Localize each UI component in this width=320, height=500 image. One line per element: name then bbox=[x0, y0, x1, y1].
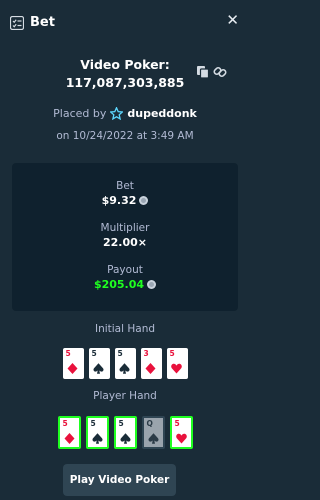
player-hand: 5 5 5 Q 5 bbox=[0, 416, 250, 449]
card-rank: 5 bbox=[91, 349, 97, 358]
card-rank: Q bbox=[146, 419, 153, 428]
multiplier-label: Multiplier bbox=[100, 222, 150, 234]
vip-star-icon bbox=[109, 106, 125, 121]
card-rank: 5 bbox=[118, 419, 124, 428]
spade-suit-icon bbox=[147, 429, 159, 444]
heart-suit-icon bbox=[170, 359, 182, 374]
spade-suit-icon bbox=[92, 359, 104, 374]
play-video-poker-button[interactable]: Play Video Poker bbox=[63, 464, 176, 496]
card-rank: 5 bbox=[174, 419, 180, 428]
bet-date: on 10/24/2022 at 3:49 AM bbox=[56, 130, 194, 142]
payout-amount: $205.04 bbox=[12, 278, 238, 291]
payout-value: $205.04 bbox=[93, 278, 145, 291]
share-actions bbox=[196, 64, 227, 79]
card-rank: 5 bbox=[169, 349, 175, 358]
playing-card: 5 bbox=[166, 348, 188, 379]
multiplier-text: 22.00× bbox=[102, 236, 147, 249]
playing-card: 5 bbox=[62, 348, 84, 379]
card-rank: 5 bbox=[65, 349, 71, 358]
spade-suit-icon bbox=[91, 429, 103, 444]
playing-card: 5 bbox=[88, 348, 110, 379]
placed-by-label: Placed by bbox=[53, 107, 107, 120]
close-icon[interactable]: ✕ bbox=[226, 13, 239, 28]
player-hand-label: Player Hand bbox=[93, 390, 157, 402]
bet-value: $9.32 bbox=[101, 194, 137, 207]
bet-label: Bet bbox=[116, 180, 134, 192]
multiplier-value: 22.00× bbox=[12, 236, 238, 249]
diamond-suit-icon bbox=[145, 359, 156, 374]
username-link[interactable]: dupeddonk bbox=[127, 107, 197, 120]
link-icon[interactable] bbox=[213, 64, 227, 78]
card-rank: 5 bbox=[62, 419, 68, 428]
card-rank: 5 bbox=[90, 419, 96, 428]
playing-card: 5 bbox=[85, 416, 109, 449]
playing-card: 3 bbox=[140, 348, 162, 379]
diamond-suit-icon bbox=[64, 429, 75, 444]
initial-hand-label: Initial Hand bbox=[94, 323, 156, 335]
bet-list-icon bbox=[9, 15, 25, 31]
spade-suit-icon bbox=[119, 429, 131, 444]
diamond-suit-icon bbox=[67, 359, 78, 374]
card-rank: 5 bbox=[117, 349, 123, 358]
playing-card: 5 bbox=[113, 416, 137, 449]
modal-title: Bet bbox=[30, 14, 55, 30]
playing-card: Q bbox=[141, 416, 165, 449]
heart-suit-icon bbox=[175, 429, 187, 444]
card-rank: 3 bbox=[143, 349, 149, 358]
playing-card: 5 bbox=[57, 416, 81, 449]
playing-card: 5 bbox=[114, 348, 136, 379]
placed-by-row: Placed by dupeddonk bbox=[0, 106, 250, 121]
modal-header: Bet ✕ bbox=[0, 0, 250, 44]
payout-label: Payout bbox=[107, 264, 143, 276]
bet-amount: $9.32 bbox=[12, 194, 238, 207]
bet-stats-panel: Bet $9.32 Multiplier 22.00× Payout $205.… bbox=[12, 163, 238, 311]
spade-suit-icon bbox=[118, 359, 130, 374]
copy-icon[interactable] bbox=[196, 64, 210, 79]
coin-icon bbox=[139, 196, 149, 205]
playing-card: 5 bbox=[169, 416, 193, 449]
coin-icon bbox=[147, 280, 157, 289]
initial-hand: 5 5 5 3 5 bbox=[0, 348, 250, 379]
